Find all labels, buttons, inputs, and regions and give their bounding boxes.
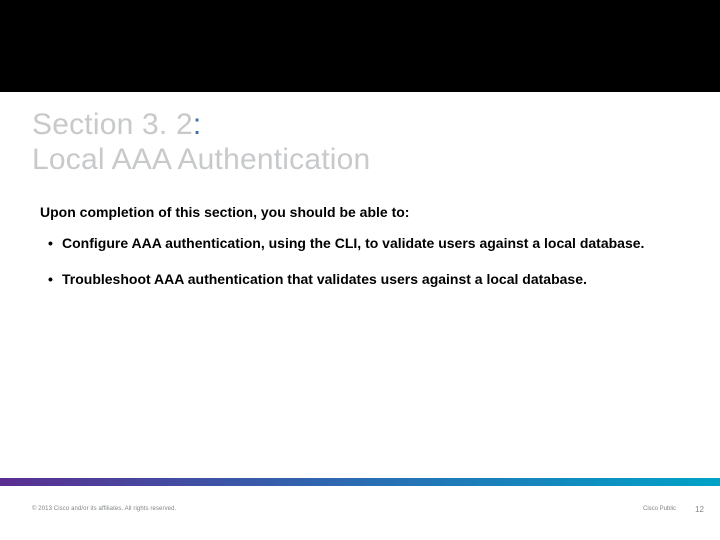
footer-classification: Cisco Public bbox=[643, 506, 676, 512]
list-item: • Troubleshoot AAA authentication that v… bbox=[48, 270, 684, 288]
footer-copyright: © 2013 Cisco and/or its affiliates. All … bbox=[32, 506, 176, 512]
bullet-text: Troubleshoot AAA authentication that val… bbox=[62, 270, 684, 288]
section-title: Section 3. 2: Local AAA Authentication bbox=[32, 108, 688, 177]
bullet-dot-icon: • bbox=[48, 270, 62, 288]
title-section-number: Section 3. 2 bbox=[32, 108, 193, 141]
bullet-dot-icon: • bbox=[48, 234, 62, 252]
gradient-divider bbox=[0, 478, 720, 486]
bullet-list: • Configure AAA authentication, using th… bbox=[48, 234, 684, 306]
page-number: 12 bbox=[695, 505, 704, 514]
slide: Section 3. 2: Local AAA Authentication U… bbox=[0, 0, 720, 540]
top-black-band bbox=[0, 0, 720, 92]
title-line-2: Local AAA Authentication bbox=[32, 143, 688, 178]
intro-text: Upon completion of this section, you sho… bbox=[40, 204, 680, 220]
list-item: • Configure AAA authentication, using th… bbox=[48, 234, 684, 252]
title-line-1: Section 3. 2: bbox=[32, 108, 688, 143]
title-colon: : bbox=[193, 108, 202, 141]
bullet-text: Configure AAA authentication, using the … bbox=[62, 234, 684, 252]
